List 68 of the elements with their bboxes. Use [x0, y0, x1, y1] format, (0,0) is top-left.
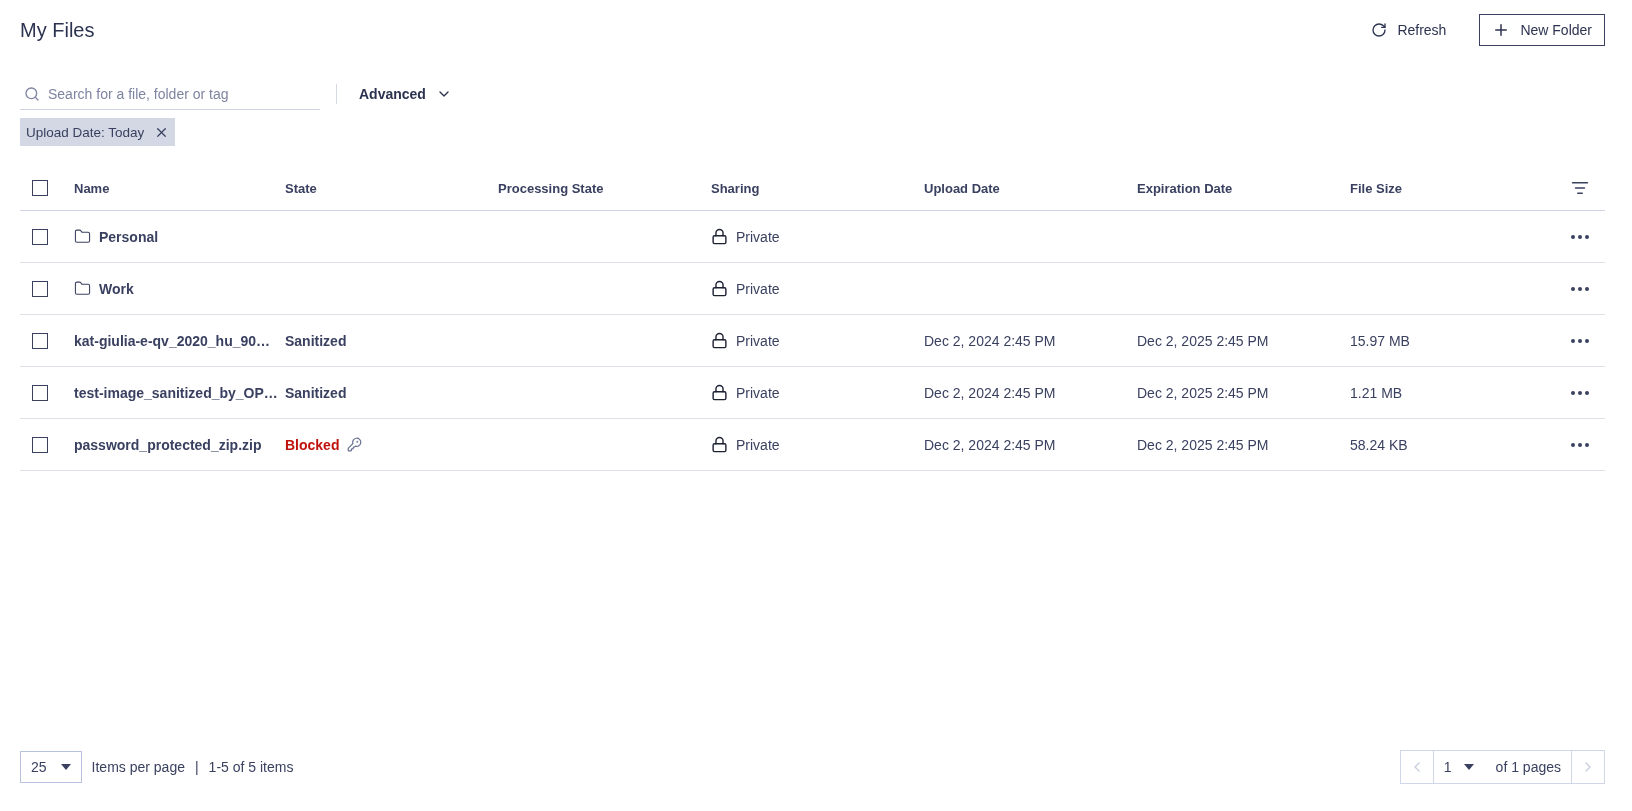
expiration-date: Dec 2, 2025 2:45 PM [1137, 332, 1269, 349]
sharing-label: Private [736, 384, 780, 401]
filter-icon[interactable] [1571, 179, 1589, 197]
more-icon [1571, 442, 1589, 447]
caret-icon [1463, 764, 1474, 770]
file-name: Personal [99, 228, 159, 245]
row-checkbox[interactable] [32, 280, 48, 297]
column-header: Expiration Date [1137, 180, 1234, 196]
item-range: 1-5 of 5 items [208, 759, 294, 775]
search-icon [24, 86, 40, 102]
lock-icon [711, 436, 728, 453]
folder-icon [74, 280, 91, 297]
state-label: Sanitized [285, 384, 347, 401]
key-icon [347, 437, 363, 452]
more-options-button[interactable] [1571, 390, 1589, 395]
new-folder-button[interactable]: New Folder [1479, 14, 1605, 46]
file-name: kat-giulia-e-qv_2020_hu_90… [74, 332, 271, 349]
row-checkbox[interactable] [32, 436, 48, 453]
file-size: 58.24 KB [1350, 436, 1408, 453]
sharing-label: Private [736, 280, 780, 297]
column-header: File Size [1350, 180, 1404, 196]
lock-icon [711, 280, 728, 297]
row-checkbox[interactable] [32, 384, 48, 401]
caret-icon [60, 764, 71, 770]
page-size-dropdown[interactable]: 25 [20, 751, 82, 783]
lock-icon [711, 228, 728, 245]
more-options-button[interactable] [1571, 234, 1589, 239]
column-header: Sharing [711, 180, 761, 196]
separator: | [194, 759, 199, 775]
more-icon [1571, 390, 1589, 395]
column-header: Name [74, 180, 111, 196]
column-header: Processing State [498, 180, 605, 196]
file-size: 15.97 MB [1350, 332, 1410, 349]
file-name: password_protected_zip.zip [74, 436, 262, 453]
upload-date: Dec 2, 2024 2:45 PM [924, 332, 1056, 349]
items-per-page-label: Items per page [91, 759, 185, 775]
page-title: My Files [20, 18, 95, 42]
column-header: Upload Date [924, 180, 1001, 196]
row-checkbox[interactable] [32, 228, 48, 245]
row-checkbox[interactable] [32, 332, 48, 349]
lock-icon [711, 332, 728, 349]
state-label: Blocked [285, 436, 340, 453]
select-all-checkbox[interactable] [32, 180, 48, 196]
filter-label: Upload Date: Today [26, 124, 145, 140]
lock-icon [711, 384, 728, 401]
more-icon [1571, 338, 1589, 343]
folder-icon [74, 228, 91, 245]
file-size: 1.21 MB [1350, 384, 1403, 401]
page-count: of 1 pages [1495, 759, 1561, 775]
more-options-button[interactable] [1571, 286, 1589, 291]
expiration-date: Dec 2, 2025 2:45 PM [1137, 384, 1269, 401]
upload-date: Dec 2, 2024 2:45 PM [924, 436, 1056, 453]
more-icon [1571, 286, 1589, 291]
page-dropdown[interactable]: 1 [1443, 759, 1474, 775]
column-header: State [285, 180, 318, 196]
advanced-dropdown[interactable]: Advanced [353, 85, 458, 103]
file-name: Work [99, 280, 134, 297]
more-options-button[interactable] [1571, 442, 1589, 447]
sharing-label: Private [736, 436, 780, 453]
state-label: Sanitized [285, 332, 347, 349]
expiration-date: Dec 2, 2025 2:45 PM [1137, 436, 1269, 453]
upload-date: Dec 2, 2024 2:45 PM [924, 384, 1056, 401]
sharing-label: Private [736, 228, 780, 245]
sharing-label: Private [736, 332, 780, 349]
refresh-icon [1371, 22, 1388, 38]
more-options-button[interactable] [1571, 338, 1589, 343]
more-icon [1571, 234, 1589, 239]
file-name: test-image_sanitized_by_OP… [74, 384, 278, 401]
